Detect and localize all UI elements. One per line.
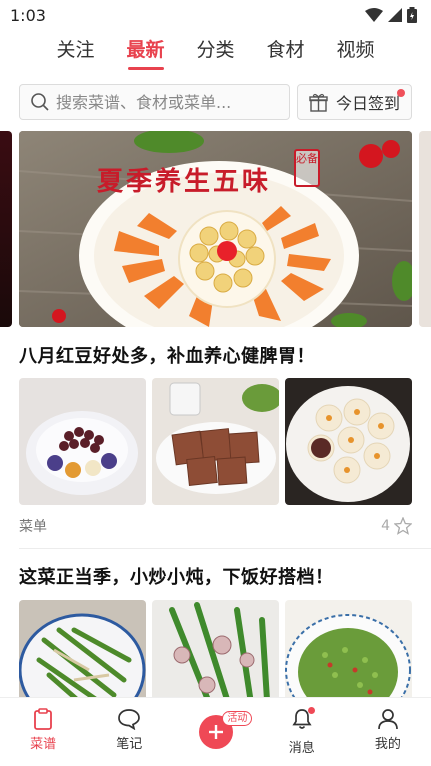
status-time: 1:03 [10, 5, 46, 25]
thumbnail-steamed-buns[interactable] [285, 378, 412, 505]
favorite-button[interactable]: 4 [381, 517, 412, 535]
tab-video[interactable]: 视频 [321, 30, 391, 74]
chat-bubble-icon [118, 709, 141, 730]
battery-icon [407, 7, 417, 23]
nav-notes[interactable]: 笔记 [86, 698, 172, 766]
article-meta: 菜单 4 [19, 516, 412, 536]
banner-slide[interactable]: 夏季养生五味 必备 [19, 131, 412, 327]
thumbnail-red-bean-dessert[interactable] [19, 378, 146, 505]
clipboard-icon [34, 708, 52, 730]
checkin-button[interactable]: 今日签到 [297, 84, 412, 120]
plus-icon [208, 725, 223, 739]
search-box[interactable] [19, 84, 290, 120]
banner-next-slide[interactable] [419, 131, 431, 327]
search-row: 今日签到 [19, 84, 412, 120]
banner-seal: 必备 [294, 149, 320, 187]
tab-category[interactable]: 分类 [181, 30, 251, 74]
thumbnail-green-beans[interactable] [19, 600, 146, 697]
tab-ingredients[interactable]: 食材 [251, 30, 321, 74]
nav-recipes[interactable]: 菜谱 [0, 698, 86, 766]
article-thumbnails[interactable] [19, 600, 412, 697]
bottom-nav: 菜谱 笔记 活动 消息 我的 [0, 697, 431, 766]
nav-notes-label: 笔记 [116, 737, 143, 752]
status-icons [365, 7, 417, 23]
person-icon [378, 709, 398, 730]
divider [19, 548, 431, 549]
tab-follow[interactable]: 关注 [41, 30, 111, 74]
tab-latest[interactable]: 最新 [111, 30, 181, 74]
nav-messages[interactable]: 消息 [259, 698, 345, 766]
article-tag: 菜单 [19, 519, 47, 535]
nav-me[interactable]: 我的 [345, 698, 431, 766]
signal-icon [388, 8, 402, 22]
search-icon [31, 93, 49, 111]
nav-publish[interactable]: 活动 [172, 698, 258, 766]
search-input[interactable] [56, 92, 276, 112]
thumbnail-red-bean-cake[interactable] [152, 378, 279, 505]
gift-icon [309, 93, 328, 112]
checkin-label: 今日签到 [335, 94, 400, 113]
nav-me-label: 我的 [374, 737, 401, 752]
banner-title: 夏季养生五味 [97, 167, 272, 197]
publish-badge: 活动 [222, 711, 253, 726]
nav-messages-label: 消息 [288, 741, 315, 756]
banner-prev-slide[interactable] [0, 131, 12, 327]
nav-recipes-label: 菜谱 [30, 737, 57, 752]
wifi-icon [365, 8, 383, 22]
messages-notification-dot [307, 707, 315, 714]
bell-icon-wrap [291, 707, 315, 734]
star-icon [394, 517, 412, 535]
article-thumbnails[interactable] [19, 378, 412, 505]
article-title[interactable]: 这菜正当季，小炒小炖，下饭好搭档！ [19, 563, 334, 589]
thumbnail-squid-beans[interactable] [152, 600, 279, 697]
favorite-count: 4 [381, 518, 390, 534]
article-title[interactable]: 八月红豆好处多，补血养心健脾胃！ [19, 342, 315, 368]
status-bar: 1:03 [0, 0, 431, 30]
checkin-notification-dot [397, 89, 405, 97]
thumbnail-minced-beans[interactable] [285, 600, 412, 697]
top-tabs: 关注 最新 分类 食材 视频 [0, 30, 431, 74]
